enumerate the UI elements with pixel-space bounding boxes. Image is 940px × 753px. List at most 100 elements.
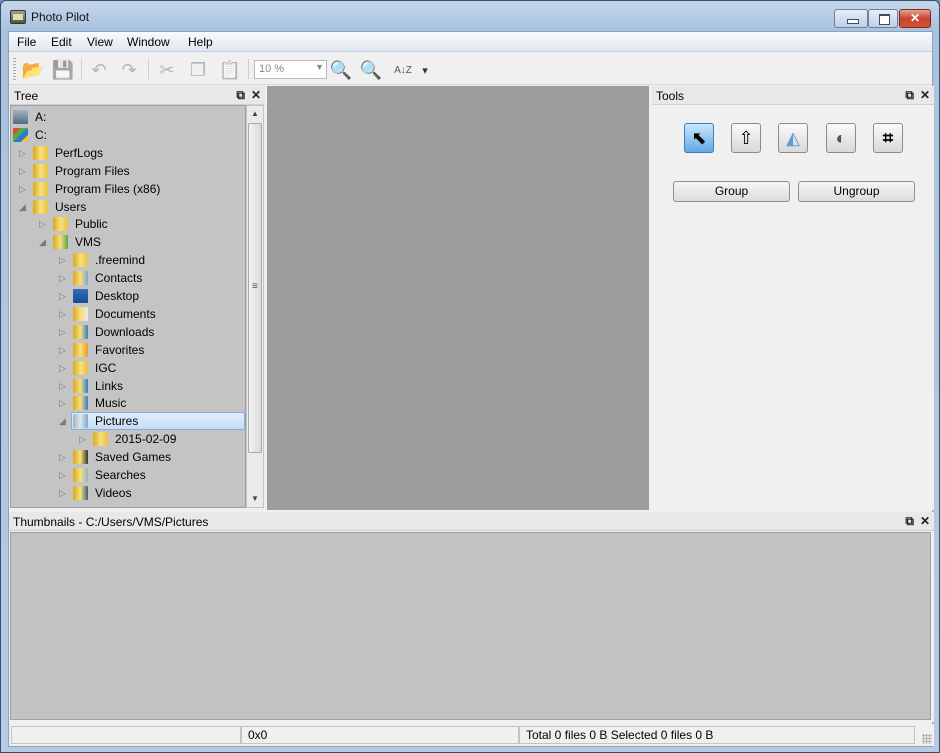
- tools-panel-title: Tools: [656, 89, 685, 103]
- tools-panel-header: Tools ⧉ ✕: [652, 86, 934, 105]
- tree-node-label: C:: [35, 127, 47, 142]
- zoom-in-icon: 🔍: [329, 59, 353, 80]
- float-icon[interactable]: ⧉: [905, 88, 914, 102]
- flip-tool[interactable]: ◭: [778, 123, 808, 153]
- expand-arrow-icon[interactable]: ▷: [59, 377, 69, 395]
- float-icon[interactable]: ⧉: [236, 88, 245, 102]
- menu-view[interactable]: View: [87, 35, 113, 49]
- paste-button[interactable]: 📋: [218, 58, 242, 82]
- move-layer-icon: ⇧: [738, 127, 754, 148]
- status-dimensions: 0x0: [241, 726, 519, 744]
- tree-node-label: VMS: [75, 235, 102, 250]
- user-folder-icon: [53, 235, 68, 250]
- close-button[interactable]: ✕: [899, 9, 931, 28]
- adjust-tool[interactable]: ◐: [826, 123, 856, 153]
- expanded-arrow-icon[interactable]: ◢: [39, 233, 49, 251]
- tree-node-label: .freemind: [95, 253, 146, 268]
- tree-node-label: Links: [95, 378, 124, 393]
- expand-arrow-icon[interactable]: ▷: [59, 341, 69, 359]
- desktop-icon: [73, 289, 88, 303]
- minimize-button[interactable]: [834, 9, 868, 28]
- expand-arrow-icon[interactable]: ▷: [19, 144, 29, 162]
- menu-file[interactable]: File: [17, 35, 36, 49]
- zoom-in-button[interactable]: 🔍: [329, 58, 353, 82]
- expand-arrow-icon[interactable]: ▷: [59, 269, 69, 287]
- sort-button[interactable]: A↓Z: [391, 58, 415, 82]
- crop-tool[interactable]: ⌗: [873, 123, 903, 153]
- expand-arrow-icon[interactable]: ▷: [59, 394, 69, 412]
- tree-panel-title: Tree: [14, 89, 39, 103]
- pictures-folder-icon: [73, 414, 88, 429]
- tree-node-label: Favorites: [95, 342, 145, 357]
- maximize-button[interactable]: [868, 9, 898, 28]
- ungroup-button[interactable]: Ungroup: [798, 181, 915, 202]
- zoom-level-combo[interactable]: 10 % ▼: [254, 60, 327, 79]
- copy-button[interactable]: ❐: [186, 58, 210, 82]
- toolbar-grip[interactable]: [13, 58, 16, 80]
- expand-arrow-icon[interactable]: ▷: [59, 323, 69, 341]
- save-button[interactable]: 💾: [51, 58, 75, 82]
- expand-arrow-icon[interactable]: ▷: [19, 180, 29, 198]
- expand-arrow-icon[interactable]: ▷: [39, 215, 49, 233]
- undo-icon: ↶: [91, 59, 107, 80]
- sort-az-icon: A↓Z: [394, 64, 412, 76]
- tree-panel: Tree ⧉ ✕ A: C: ▷ PerfLogs ▷ Program Files ▷ Prog…: [10, 86, 265, 510]
- status-message: [11, 726, 241, 744]
- group-button[interactable]: Group: [673, 181, 790, 202]
- expand-arrow-icon[interactable]: ▷: [19, 162, 29, 180]
- undo-button[interactable]: ↶: [87, 58, 111, 82]
- move-tool[interactable]: ⇧: [731, 123, 761, 153]
- select-tool[interactable]: ⬉: [684, 123, 714, 153]
- tree-panel-header: Tree ⧉ ✕: [10, 86, 265, 105]
- thumbnails-panel-title: Thumbnails - C:/Users/VMS/Pictures: [13, 515, 209, 529]
- zoom-out-button[interactable]: 🔍: [359, 58, 383, 82]
- menu-window[interactable]: Window: [127, 35, 170, 49]
- expand-arrow-icon[interactable]: ▷: [59, 448, 69, 466]
- thumbnails-area[interactable]: [10, 532, 931, 720]
- folder-icon: [93, 432, 108, 447]
- tree-node-label: Contacts: [95, 271, 143, 286]
- copy-icon: ❐: [189, 59, 207, 80]
- redo-button[interactable]: ↷: [117, 58, 141, 82]
- main-client: File Edit View Window Help 📂 💾 ↶ ↷ ✂ ❐ 📋…: [8, 31, 934, 747]
- tree-node-label: Users: [55, 199, 87, 214]
- open-button[interactable]: 📂: [21, 58, 45, 82]
- tools-panel: Tools ⧉ ✕ ⬉ ⇧ ◭ ◐ ⌗ Group Ungroup: [652, 86, 934, 510]
- crop-icon: ⌗: [882, 127, 894, 148]
- expand-arrow-icon[interactable]: ▷: [59, 359, 69, 377]
- favorites-folder-icon: [73, 342, 88, 357]
- expand-arrow-icon[interactable]: ▷: [79, 430, 89, 448]
- thumbnails-panel-header: Thumbnails - C:/Users/VMS/Pictures ⧉ ✕: [9, 512, 934, 531]
- expanded-arrow-icon[interactable]: ◢: [59, 412, 69, 430]
- resize-grip[interactable]: [922, 734, 932, 744]
- zoom-out-icon: 🔍: [359, 59, 383, 80]
- folder-tree[interactable]: A: C: ▷ PerfLogs ▷ Program Files ▷ Program File…: [10, 105, 246, 508]
- hard-drive-icon: [13, 127, 28, 142]
- menu-edit[interactable]: Edit: [51, 35, 72, 49]
- menu-help[interactable]: Help: [188, 35, 213, 49]
- float-icon[interactable]: ⧉: [905, 514, 914, 528]
- expand-arrow-icon[interactable]: ▷: [59, 466, 69, 484]
- scroll-up-icon[interactable]: ▲: [247, 106, 263, 122]
- cut-button[interactable]: ✂: [155, 58, 179, 82]
- close-icon[interactable]: ✕: [251, 88, 261, 102]
- expand-arrow-icon[interactable]: ▷: [59, 305, 69, 323]
- status-bar: 0x0 Total 0 files 0 B Selected 0 files 0…: [9, 724, 934, 746]
- scroll-thumb[interactable]: [248, 123, 262, 453]
- toolbar-more-button[interactable]: ▾: [413, 58, 437, 82]
- scroll-down-icon[interactable]: ▼: [247, 491, 263, 507]
- scissors-icon: ✂: [159, 59, 175, 80]
- folder-icon: [33, 199, 48, 214]
- tree-node-label: Searches: [95, 468, 146, 482]
- expand-arrow-icon[interactable]: ▷: [59, 484, 69, 502]
- expand-arrow-icon[interactable]: ▷: [59, 287, 69, 305]
- tree-node-label: IGC: [95, 360, 117, 375]
- close-icon[interactable]: ✕: [920, 88, 930, 102]
- toolbar-separator: [81, 59, 82, 79]
- expanded-arrow-icon[interactable]: ◢: [19, 198, 29, 216]
- expand-arrow-icon[interactable]: ▷: [59, 251, 69, 269]
- image-canvas[interactable]: [267, 86, 649, 510]
- close-icon[interactable]: ✕: [920, 514, 930, 528]
- tree-scrollbar[interactable]: ▲ ▼: [246, 105, 264, 508]
- dropdown-arrow-icon: ▾: [422, 64, 428, 77]
